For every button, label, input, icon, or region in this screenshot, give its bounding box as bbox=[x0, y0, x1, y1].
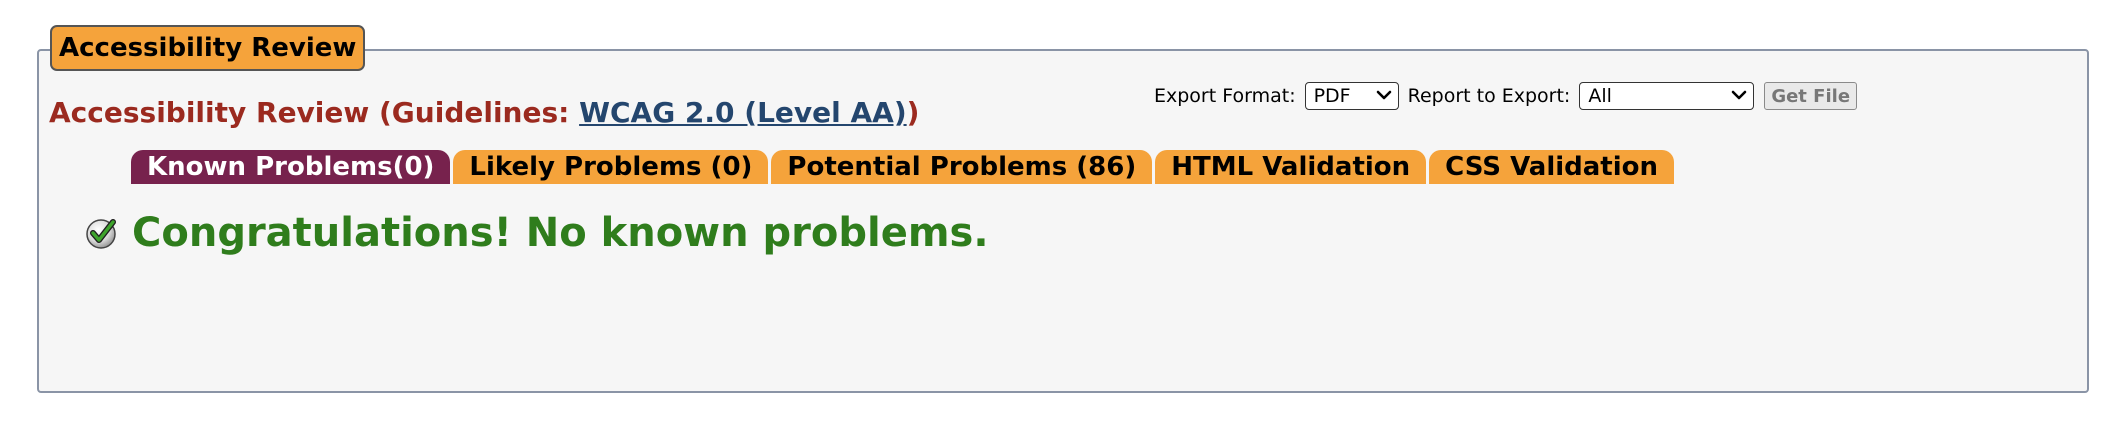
report-to-export-value: All bbox=[1588, 85, 1612, 107]
tab-likely-problems[interactable]: Likely Problems (0) bbox=[453, 150, 769, 184]
export-format-value: PDF bbox=[1313, 85, 1351, 107]
problem-tabs: Known Problems(0) Likely Problems (0) Po… bbox=[131, 150, 1677, 184]
guidelines-heading-prefix: Accessibility Review (Guidelines: bbox=[49, 96, 580, 129]
guidelines-heading: Accessibility Review (Guidelines: WCAG 2… bbox=[49, 96, 919, 129]
success-message-row: Congratulations! No known problems. bbox=[85, 210, 989, 256]
report-to-export-label: Report to Export: bbox=[1407, 85, 1571, 107]
tab-label: CSS Validation bbox=[1445, 152, 1659, 182]
chevron-down-icon bbox=[1732, 90, 1747, 100]
tab-html-validation[interactable]: HTML Validation bbox=[1155, 150, 1427, 184]
report-to-export-select[interactable]: All bbox=[1579, 82, 1755, 110]
tab-label: Potential Problems (86) bbox=[787, 152, 1137, 182]
tab-known-problems[interactable]: Known Problems(0) bbox=[131, 150, 451, 184]
check-circle-icon bbox=[86, 219, 116, 249]
success-message: Congratulations! No known problems. bbox=[132, 210, 989, 256]
guidelines-heading-suffix: ) bbox=[906, 96, 920, 129]
get-file-button[interactable]: Get File bbox=[1764, 82, 1858, 110]
tab-label: Likely Problems (0) bbox=[469, 152, 753, 182]
export-format-label: Export Format: bbox=[1154, 85, 1296, 107]
panel-legend: Accessibility Review bbox=[50, 25, 366, 71]
panel-legend-label: Accessibility Review bbox=[59, 33, 357, 63]
tab-potential-problems[interactable]: Potential Problems (86) bbox=[771, 150, 1153, 184]
tab-label: HTML Validation bbox=[1171, 152, 1411, 182]
tab-css-validation[interactable]: CSS Validation bbox=[1429, 150, 1675, 184]
tab-label: Known Problems(0) bbox=[147, 152, 435, 182]
chevron-down-icon bbox=[1376, 90, 1391, 100]
export-bar: Export Format: PDF Report to Export: All… bbox=[1154, 81, 1858, 111]
export-format-select[interactable]: PDF bbox=[1304, 82, 1399, 110]
wcag-guidelines-link[interactable]: WCAG 2.0 (Level AA) bbox=[579, 96, 907, 129]
